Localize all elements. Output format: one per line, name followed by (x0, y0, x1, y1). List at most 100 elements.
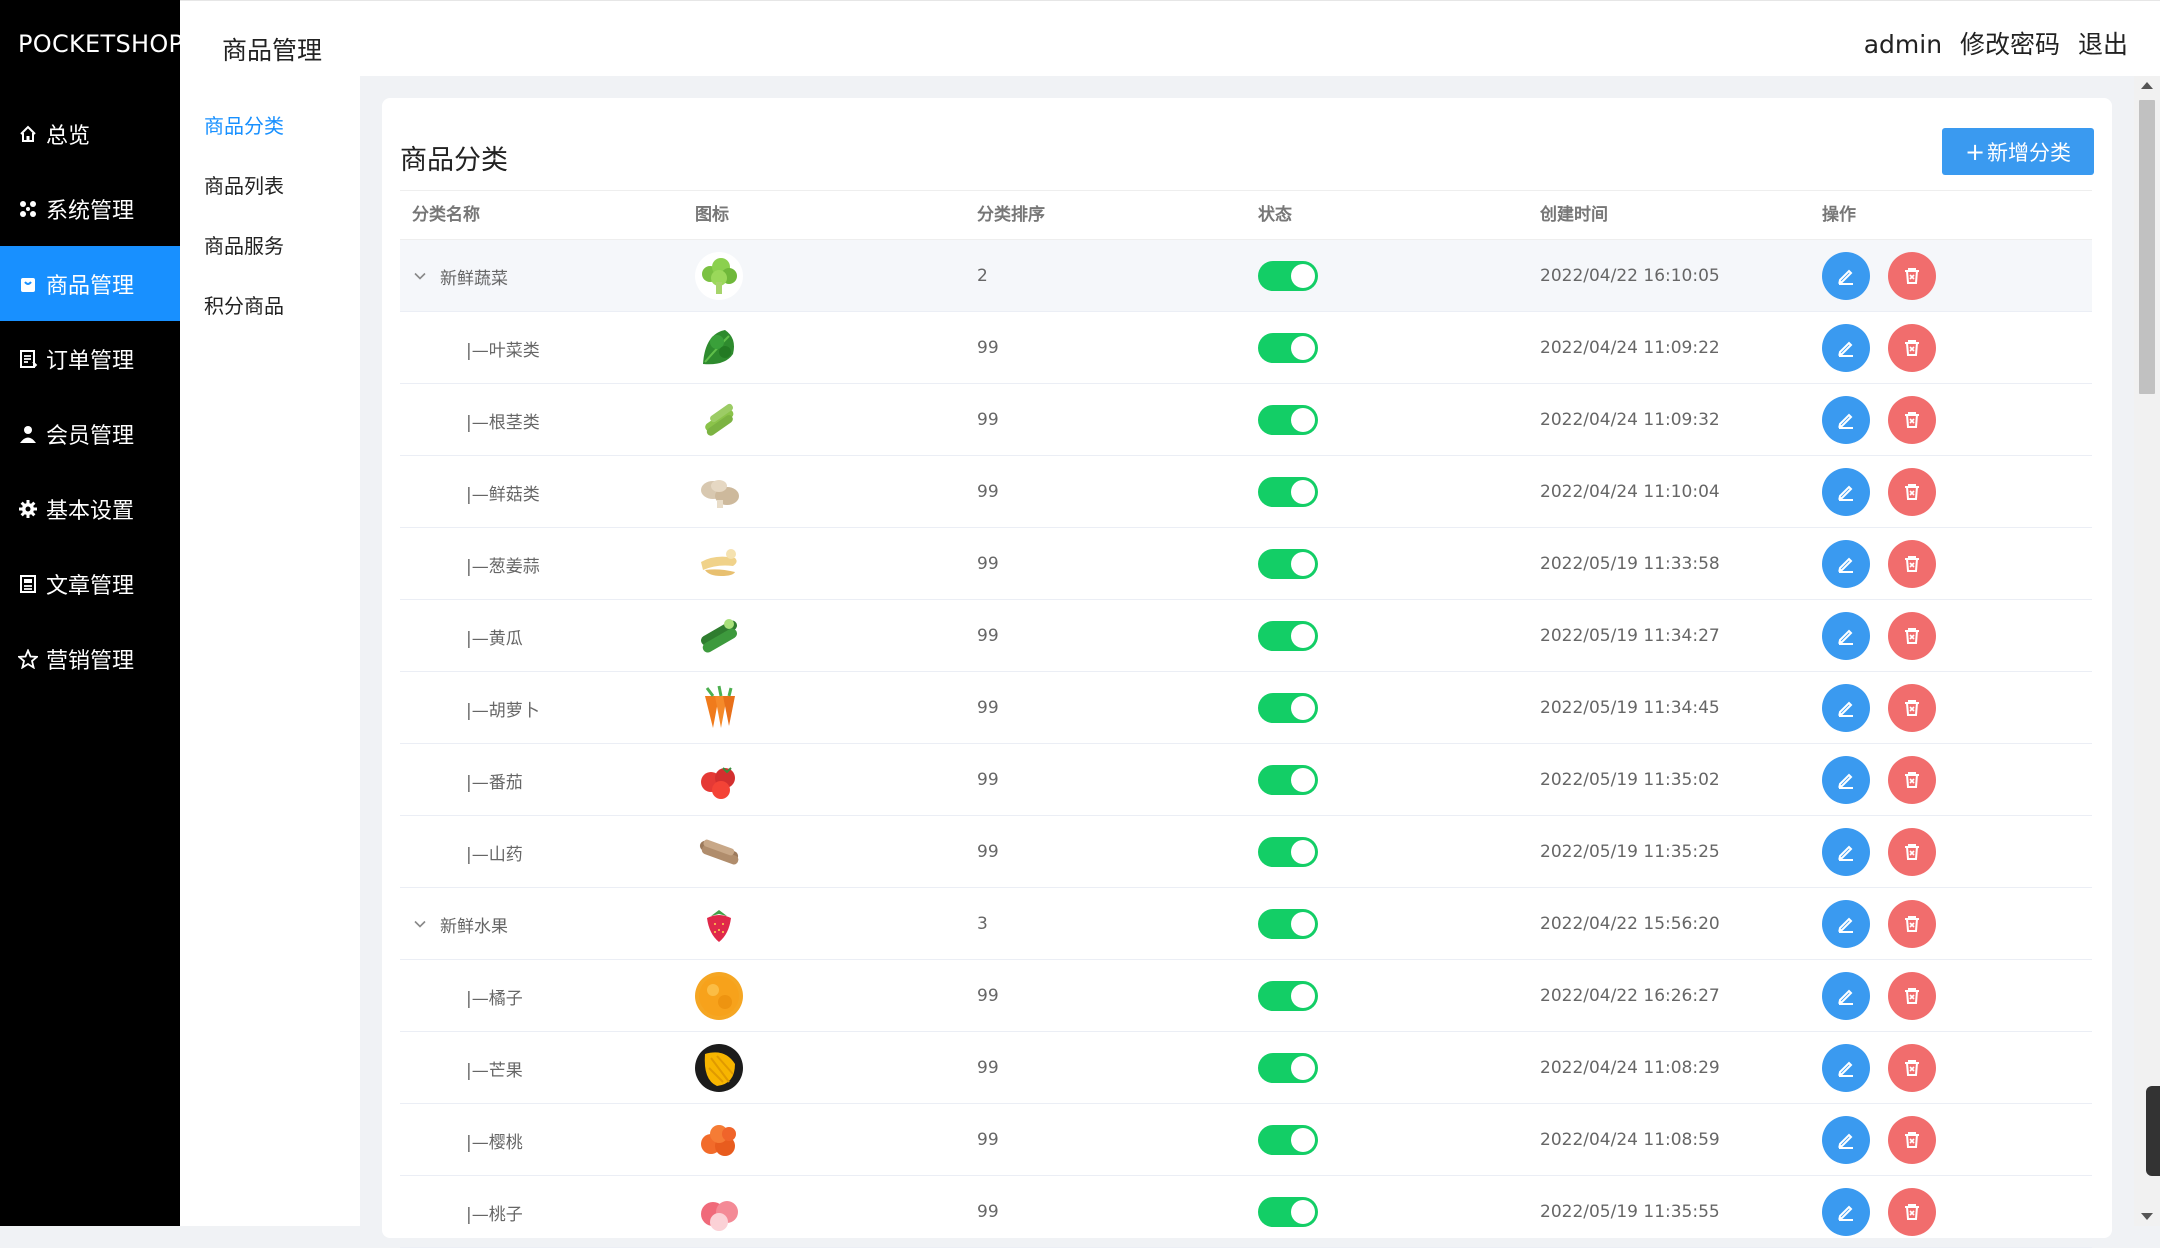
status-toggle[interactable] (1258, 477, 1318, 507)
table-row: |—桃子 99 2022/05/19 11:35:55 (400, 1176, 2092, 1248)
edit-button[interactable] (1822, 972, 1870, 1020)
sidebar-item-2[interactable]: 商品管理 (0, 246, 180, 321)
delete-button[interactable] (1888, 612, 1936, 660)
expand-caret-icon[interactable] (412, 268, 428, 284)
sidebar-item-3[interactable]: 订单管理 (0, 321, 180, 396)
edit-button[interactable] (1822, 828, 1870, 876)
delete-button[interactable] (1888, 324, 1936, 372)
scroll-down-arrow-icon[interactable] (2141, 1213, 2153, 1220)
submenu-item-0[interactable]: 商品分类 (204, 110, 284, 139)
submenu-item-2[interactable]: 商品服务 (204, 230, 284, 259)
cucumber-icon (695, 612, 743, 660)
status-toggle[interactable] (1258, 909, 1318, 939)
status-toggle[interactable] (1258, 1053, 1318, 1083)
sidebar-item-5[interactable]: 基本设置 (0, 471, 180, 546)
delete-button[interactable] (1888, 972, 1936, 1020)
row-actions (1822, 384, 1954, 456)
delete-button[interactable] (1888, 1044, 1936, 1092)
trash-icon (1901, 481, 1923, 503)
logout-link[interactable]: 退出 (2078, 30, 2128, 59)
table-row: |—橘子 99 2022/04/22 16:26:27 (400, 960, 2092, 1032)
sort-value: 99 (977, 698, 999, 718)
edit-button[interactable] (1822, 756, 1870, 804)
status-toggle[interactable] (1258, 405, 1318, 435)
edit-button[interactable] (1822, 324, 1870, 372)
sidebar-item-7[interactable]: 营销管理 (0, 621, 180, 696)
edit-button[interactable] (1822, 468, 1870, 516)
category-name-cell: |—根茎类 (466, 384, 540, 456)
table-row: |—芒果 99 2022/04/24 11:08:29 (400, 1032, 2092, 1104)
category-card: 商品分类 + 新增分类 分类名称 图标 分类排序 状态 创建时间 操作 新鲜蔬菜… (382, 98, 2112, 1248)
add-category-button[interactable]: + 新增分类 (1942, 128, 2094, 175)
status-toggle[interactable] (1258, 981, 1318, 1011)
toggle-knob (1291, 480, 1315, 504)
status-toggle[interactable] (1258, 1197, 1318, 1227)
edit-pencil-icon (1835, 481, 1857, 503)
category-name-cell: |—胡萝卜 (466, 672, 540, 744)
row-actions (1822, 312, 1954, 384)
sort-value: 99 (977, 842, 999, 862)
change-password-link[interactable]: 修改密码 (1960, 30, 2060, 59)
delete-button[interactable] (1888, 468, 1936, 516)
delete-button[interactable] (1888, 684, 1936, 732)
edit-button[interactable] (1822, 252, 1870, 300)
sidebar-item-6[interactable]: 文章管理 (0, 546, 180, 621)
status-toggle[interactable] (1258, 765, 1318, 795)
username-link[interactable]: admin (1864, 30, 1942, 59)
delete-button[interactable] (1888, 396, 1936, 444)
status-toggle[interactable] (1258, 1125, 1318, 1155)
edit-button[interactable] (1822, 1044, 1870, 1092)
trash-icon (1901, 337, 1923, 359)
toggle-knob (1291, 984, 1315, 1008)
status-toggle[interactable] (1258, 261, 1318, 291)
submenu-item-3[interactable]: 积分商品 (204, 290, 284, 319)
edit-button[interactable] (1822, 612, 1870, 660)
edit-button[interactable] (1822, 540, 1870, 588)
delete-button[interactable] (1888, 540, 1936, 588)
created-time: 2022/05/19 11:33:58 (1540, 554, 1720, 574)
status-toggle[interactable] (1258, 693, 1318, 723)
delete-button[interactable] (1888, 900, 1936, 948)
status-toggle[interactable] (1258, 621, 1318, 651)
scrollbar-thumb[interactable] (2139, 100, 2155, 394)
cherry-icon (695, 1116, 743, 1164)
status-toggle[interactable] (1258, 837, 1318, 867)
scroll-up-arrow-icon[interactable] (2141, 82, 2153, 89)
status-toggle[interactable] (1258, 549, 1318, 579)
sidebar-item-0[interactable]: 总览 (0, 96, 180, 171)
submenu-item-1[interactable]: 商品列表 (204, 170, 284, 199)
edit-button[interactable] (1822, 1116, 1870, 1164)
column-header-name: 分类名称 (412, 205, 480, 225)
celery-icon (695, 396, 743, 444)
table-row: 新鲜水果 3 2022/04/22 15:56:20 (400, 888, 2092, 960)
sidebar-item-1[interactable]: 系统管理 (0, 171, 180, 246)
category-name: |—番茄 (466, 772, 523, 793)
created-time: 2022/04/24 11:09:32 (1540, 410, 1720, 430)
tomato-icon (695, 756, 743, 804)
floating-side-tab[interactable] (2146, 1086, 2160, 1176)
sidebar-item-4[interactable]: 会员管理 (0, 396, 180, 471)
created-time: 2022/04/24 11:08:59 (1540, 1130, 1720, 1150)
edit-button[interactable] (1822, 900, 1870, 948)
page-scrollbar[interactable] (2134, 76, 2160, 1226)
trash-icon (1901, 1129, 1923, 1151)
delete-button[interactable] (1888, 756, 1936, 804)
leafy-greens-icon (695, 324, 743, 372)
edit-button[interactable] (1822, 1188, 1870, 1236)
sidebar-item-label: 订单管理 (46, 348, 135, 374)
trash-icon (1901, 1057, 1923, 1079)
category-name-cell: 新鲜蔬菜 (412, 240, 508, 312)
delete-button[interactable] (1888, 828, 1936, 876)
delete-button[interactable] (1888, 1188, 1936, 1236)
edit-pencil-icon (1835, 265, 1857, 287)
toggle-knob (1291, 408, 1315, 432)
edit-pencil-icon (1835, 409, 1857, 431)
edit-button[interactable] (1822, 684, 1870, 732)
delete-button[interactable] (1888, 252, 1936, 300)
category-name-cell: |—山药 (466, 816, 523, 888)
status-toggle[interactable] (1258, 333, 1318, 363)
edit-button[interactable] (1822, 396, 1870, 444)
expand-caret-icon[interactable] (412, 916, 428, 932)
app-logo: POCKETSHOP (18, 30, 184, 58)
delete-button[interactable] (1888, 1116, 1936, 1164)
